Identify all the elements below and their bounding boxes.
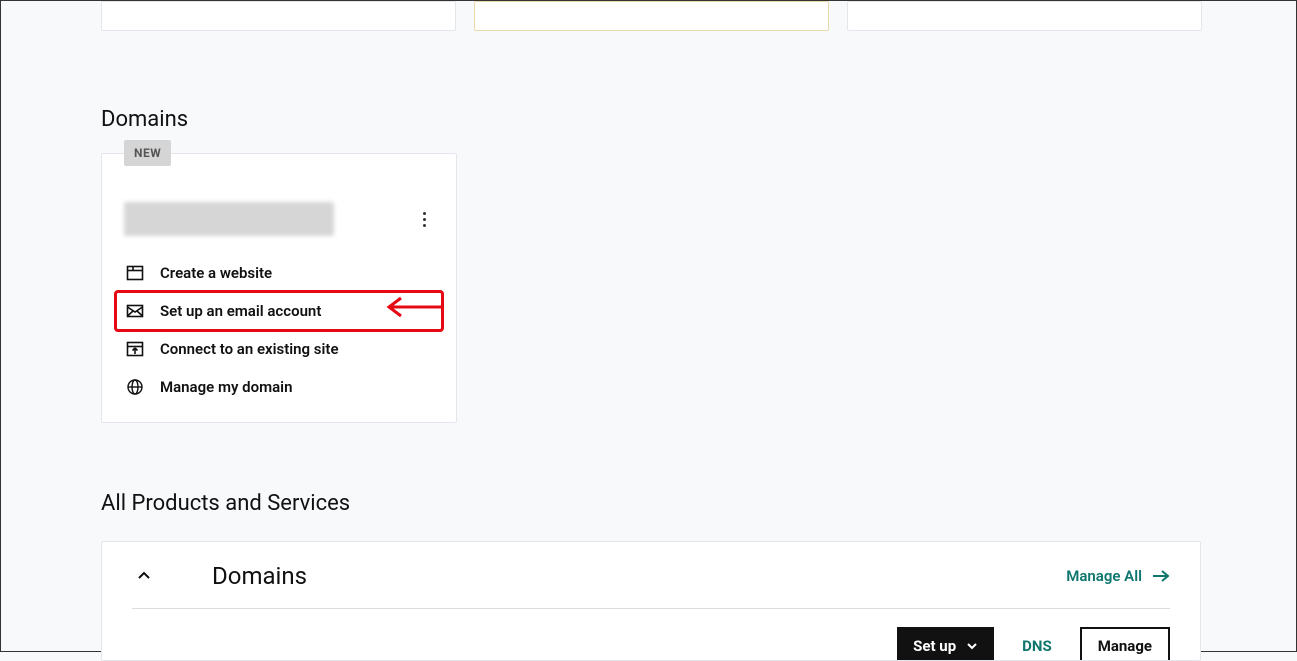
manage-domain-action[interactable]: Manage my domain [116, 368, 442, 406]
setup-button-label: Set up [913, 637, 956, 655]
domain-card-header [116, 202, 442, 246]
manage-all-link[interactable]: Manage All [1066, 567, 1170, 585]
chevron-up-icon[interactable] [132, 564, 156, 588]
top-card [474, 1, 829, 31]
website-icon [126, 264, 144, 282]
action-label: Connect to an existing site [160, 340, 339, 358]
domain-actions-list: Create a website Set up an email account [116, 254, 442, 406]
connect-site-icon [126, 340, 144, 358]
manage-all-label: Manage All [1066, 567, 1142, 585]
manage-button[interactable]: Manage [1080, 627, 1170, 661]
email-icon [126, 302, 144, 320]
action-label: Set up an email account [160, 302, 321, 320]
top-card [847, 1, 1202, 31]
domains-panel: Domains Manage All Set up DNS Manage [101, 541, 1201, 661]
dns-link[interactable]: DNS [1022, 637, 1052, 655]
new-badge: NEW [124, 140, 171, 166]
panel-actions-row: Set up DNS Manage [132, 609, 1170, 661]
domains-panel-header: Domains Manage All [132, 562, 1170, 609]
top-card [101, 1, 456, 31]
domains-section-title: Domains [101, 107, 188, 132]
kebab-menu-icon[interactable] [414, 209, 434, 229]
top-cards-row [1, 1, 1296, 31]
create-website-action[interactable]: Create a website [116, 254, 442, 292]
domain-card: NEW Create a website [101, 153, 457, 423]
action-label: Manage my domain [160, 378, 292, 396]
arrow-right-icon [1152, 569, 1170, 583]
setup-button[interactable]: Set up [897, 627, 994, 661]
connect-existing-site-action[interactable]: Connect to an existing site [116, 330, 442, 368]
domain-name-redacted [124, 202, 334, 236]
globe-icon [126, 378, 144, 396]
panel-title: Domains [212, 562, 1066, 590]
chevron-down-icon [966, 640, 978, 652]
annotation-arrow-icon [385, 295, 445, 323]
action-label: Create a website [160, 264, 272, 282]
all-products-title: All Products and Services [101, 491, 350, 516]
